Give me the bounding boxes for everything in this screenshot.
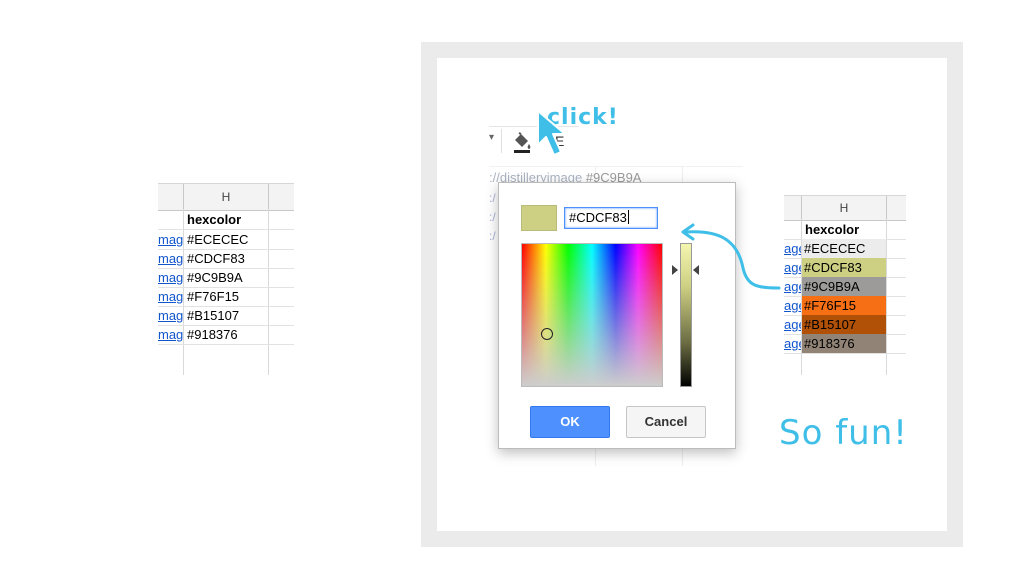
hex-cell[interactable]: #918376 <box>801 334 855 353</box>
hex-cell[interactable]: #B15107 <box>184 306 239 325</box>
image-link[interactable]: age <box>784 258 801 277</box>
image-link[interactable]: mage <box>158 230 183 249</box>
image-link[interactable]: mage <box>158 325 183 344</box>
image-link[interactable]: age <box>784 277 801 296</box>
column-header-row: H <box>158 183 294 211</box>
image-link[interactable]: age <box>784 334 801 353</box>
table-row[interactable]: mage#ECECEC <box>158 230 294 250</box>
screenshot-inner: ▾ E ://distilleryimage #9C9B9A :/ :/ :/ … <box>437 58 947 531</box>
header-cell[interactable]: hexcolor <box>802 220 859 239</box>
hex-cell[interactable]: #ECECEC <box>801 239 865 258</box>
hex-cell[interactable]: #9C9B9A <box>184 268 243 287</box>
toolbar-divider <box>501 129 502 153</box>
ok-button[interactable]: OK <box>530 406 610 438</box>
background-link: :/ <box>489 229 496 243</box>
so-fun-annotation: So fun! <box>779 413 908 453</box>
curved-arrow-icon <box>681 223 781 290</box>
column-header-row: H <box>784 195 906 221</box>
table-row[interactable]: mage#918376 <box>158 325 294 345</box>
header-cell[interactable]: hexcolor <box>184 210 241 229</box>
background-link: :/ <box>489 191 496 205</box>
image-link[interactable]: mage <box>158 306 183 325</box>
table-row[interactable]: hexcolor <box>784 220 906 240</box>
table-row[interactable]: mage#CDCF83 <box>158 249 294 269</box>
table-row[interactable]: age#ECECEC <box>784 239 906 259</box>
hex-input[interactable]: #CDCF83 <box>564 207 658 229</box>
image-link[interactable]: age <box>784 296 801 315</box>
left-sheet-fragment: H hexcolor mage#ECECECmage#CDCF83mage#9C… <box>158 183 294 375</box>
color-preview-swatch <box>521 205 557 231</box>
table-row[interactable]: age#B15107 <box>784 315 906 335</box>
hex-cell[interactable]: #F76F15 <box>801 296 856 315</box>
spectrum-picker-handle[interactable] <box>541 328 553 340</box>
right-sheet-fragment: H hexcolor age#ECECECage#CDCF83age#9C9B9… <box>784 195 906 375</box>
hex-input-value: #CDCF83 <box>569 210 627 225</box>
grid-line <box>489 166 743 167</box>
cancel-button[interactable]: Cancel <box>626 406 706 438</box>
hex-cell[interactable]: #CDCF83 <box>184 249 245 268</box>
table-row[interactable]: mage#F76F15 <box>158 287 294 307</box>
image-link[interactable]: age <box>784 315 801 334</box>
hex-cell[interactable]: #ECECEC <box>184 230 248 249</box>
background-link: :/ <box>489 210 496 224</box>
table-row[interactable]: age#CDCF83 <box>784 258 906 278</box>
hex-cell[interactable]: #918376 <box>184 325 238 344</box>
column-header-h[interactable]: H <box>801 196 887 220</box>
column-header-h[interactable]: H <box>183 184 269 210</box>
table-row[interactable]: mage#B15107 <box>158 306 294 326</box>
table-row[interactable]: hexcolor <box>158 210 294 230</box>
table-row[interactable]: age#F76F15 <box>784 296 906 316</box>
table-row[interactable]: mage#9C9B9A <box>158 268 294 288</box>
hex-cell[interactable]: #CDCF83 <box>801 258 862 277</box>
image-link[interactable]: mage <box>158 249 183 268</box>
image-link[interactable]: mage <box>158 268 183 287</box>
cursor-arrow-icon <box>537 110 566 156</box>
hex-cell[interactable]: #9C9B9A <box>801 277 860 296</box>
paint-bucket-icon[interactable] <box>511 131 533 153</box>
dropdown-caret-icon[interactable]: ▾ <box>489 132 494 143</box>
hue-saturation-spectrum[interactable] <box>521 243 663 387</box>
table-row[interactable]: age#9C9B9A <box>784 277 906 297</box>
image-link[interactable]: mage <box>158 287 183 306</box>
hex-cell[interactable]: #B15107 <box>801 315 856 334</box>
image-link[interactable]: age <box>784 239 801 258</box>
hex-cell[interactable]: #F76F15 <box>184 287 239 306</box>
screenshot-frame: ▾ E ://distilleryimage #9C9B9A :/ :/ :/ … <box>421 42 963 547</box>
table-row[interactable]: age#918376 <box>784 334 906 354</box>
